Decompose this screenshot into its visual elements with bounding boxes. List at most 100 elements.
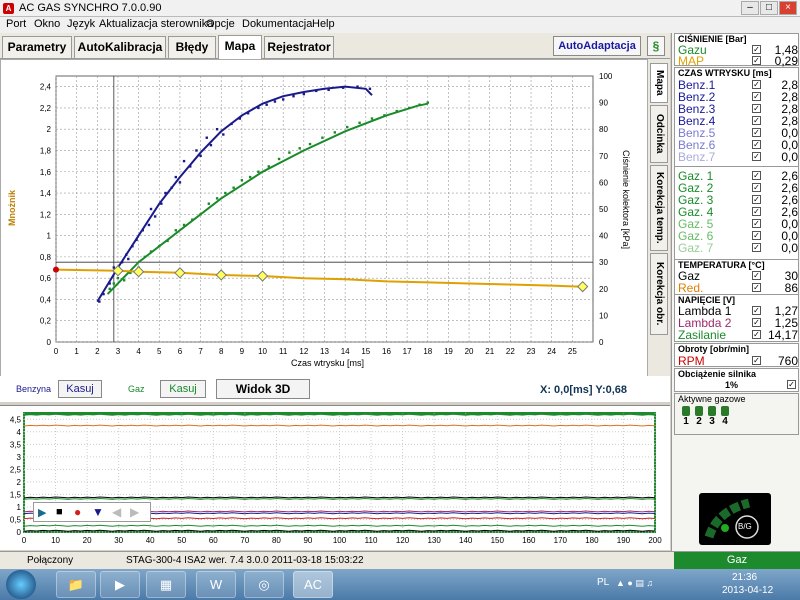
acgas-taskbar-icon[interactable]: AC <box>293 571 333 598</box>
gaz-point <box>248 175 252 179</box>
gaz-checkbox[interactable]: ✓ <box>752 195 761 204</box>
rpm-checkbox[interactable]: ✓ <box>752 356 761 365</box>
benz-checkbox[interactable]: ✓ <box>752 152 761 161</box>
gaz-checkbox[interactable]: ✓ <box>752 171 761 180</box>
menu-opcje[interactable]: Opcje <box>206 18 235 30</box>
word-taskbar-icon[interactable]: W <box>196 571 236 598</box>
widok-3d-button[interactable]: Widok 3D <box>216 379 310 399</box>
firefox-taskbar-icon[interactable]: ◎ <box>244 571 284 598</box>
trace-green-2 <box>23 524 656 527</box>
scope-y-tick-label: 0 <box>17 528 22 537</box>
menu-help[interactable]: Help <box>312 18 335 30</box>
scope-x-tick-label: 0 <box>22 536 27 545</box>
voltage-checkbox[interactable]: ✓ <box>752 330 761 339</box>
gaz-label: Gaz <box>128 384 145 394</box>
gaz-checkbox[interactable]: ✓ <box>752 183 761 192</box>
load-checkbox[interactable]: ✓ <box>787 380 796 389</box>
maximize-icon[interactable]: □ <box>760 1 778 15</box>
y-tick-label: 1,4 <box>40 189 52 198</box>
voltage-checkbox[interactable]: ✓ <box>752 306 761 315</box>
benz-row: Benz.7 ✓ 0,0 <box>678 150 798 164</box>
kasuj-gaz-button[interactable]: Kasuj <box>160 380 206 398</box>
x-tick-label: 6 <box>178 347 183 356</box>
sheet-taskbar-icon[interactable]: ▦ <box>146 571 186 598</box>
fuel-status: Gaz <box>674 552 800 569</box>
menu-aktualizacja[interactable]: Aktualizacja sterownika <box>99 18 213 30</box>
explorer-taskbar-icon[interactable]: 📁 <box>56 571 96 598</box>
benz-checkbox[interactable]: ✓ <box>752 116 761 125</box>
tab-mapa-side[interactable]: Mapa <box>650 63 668 103</box>
injector-number: 2 <box>696 416 702 427</box>
down-icon[interactable]: ▼ <box>92 505 104 519</box>
kasuj-benzyna-button[interactable]: Kasuj <box>58 380 102 398</box>
tray-icons[interactable]: ▲ ● ▤ ♫ <box>616 578 653 589</box>
benz-checkbox[interactable]: ✓ <box>752 92 761 101</box>
x-tick-label: 4 <box>136 347 141 356</box>
menu-jezyk[interactable]: Język <box>67 18 95 30</box>
x-tick-label: 23 <box>527 347 536 356</box>
tab-korekcja-temp[interactable]: Korekcja temp. <box>650 165 668 251</box>
next-icon[interactable]: ▶ <box>130 505 139 519</box>
autoadaptacja-button[interactable]: AutoAdaptacja <box>553 36 641 56</box>
play-icon[interactable]: ▶ <box>38 506 46 519</box>
menu-port[interactable]: Port <box>6 18 26 30</box>
window-title: AC GAS SYNCHRO 7.0.0.90 <box>19 2 162 14</box>
benzyna-point <box>149 207 153 211</box>
benz-checkbox[interactable]: ✓ <box>752 80 761 89</box>
voltage-checkbox[interactable]: ✓ <box>752 318 761 327</box>
tab-mapa[interactable]: Mapa <box>218 35 262 59</box>
benzyna-point <box>209 143 213 147</box>
gaz-checkbox[interactable]: ✓ <box>752 231 761 240</box>
injector-icon <box>721 406 729 416</box>
menu-okno[interactable]: Okno <box>34 18 60 30</box>
map-chart[interactable]: 0 1 2 3 4 5 6 7 8 9 10 11 12 13 14 15 16 17 18 19 20 21 22 23 24… <box>1 60 647 378</box>
x-tick-label: 7 <box>198 347 203 356</box>
tab-autokalibracja[interactable]: AutoKalibracja <box>74 36 166 58</box>
start-button-icon[interactable] <box>6 570 36 599</box>
tab-bledy[interactable]: Błędy <box>168 36 216 58</box>
x-tick-label: 9 <box>240 347 245 356</box>
record-icon[interactable]: ● <box>74 505 81 519</box>
tab-parametry[interactable]: Parametry <box>2 36 72 58</box>
temperature-checkbox[interactable]: ✓ <box>752 283 761 292</box>
tab-odcinka[interactable]: Odcinka <box>650 105 668 163</box>
benz-checkbox[interactable]: ✓ <box>752 104 761 113</box>
benzyna-point <box>153 215 157 218</box>
gaz-point <box>333 131 337 134</box>
prev-icon[interactable]: ◀ <box>112 505 121 519</box>
media-taskbar-icon[interactable]: ▶ <box>100 571 140 598</box>
trace-green-1 <box>23 497 656 500</box>
pressure-checkbox[interactable]: ✓ <box>752 56 761 65</box>
close-icon[interactable]: × <box>779 1 797 15</box>
benzyna-point <box>147 223 151 227</box>
gaz-point <box>370 117 374 120</box>
gaz-point <box>277 157 281 161</box>
temperature-checkbox[interactable]: ✓ <box>752 271 761 280</box>
pressure-checkbox[interactable]: ✓ <box>752 45 761 54</box>
fuel-switch[interactable]: B/G <box>699 493 771 545</box>
connection-status: Połączony <box>27 555 74 566</box>
x-tick-label: 1 <box>74 347 79 356</box>
stop-icon[interactable]: ■ <box>56 506 63 518</box>
scope-y-tick-label: 3 <box>17 453 22 462</box>
gaz-checkbox[interactable]: ✓ <box>752 243 761 252</box>
menu-dokumentacja[interactable]: Dokumentacja <box>242 18 312 30</box>
y2-tick-label: 70 <box>599 152 608 161</box>
language-indicator[interactable]: PL <box>597 577 609 588</box>
benz-checkbox[interactable]: ✓ <box>752 140 761 149</box>
gaz-checkbox[interactable]: ✓ <box>752 207 761 216</box>
gaz-label: Gaz. 7 <box>678 241 714 255</box>
tab-korekcja-obr[interactable]: Korekcja obr. <box>650 253 668 335</box>
side-panel-toggle-icon[interactable]: § <box>647 36 665 56</box>
minimize-icon[interactable]: – <box>741 1 759 15</box>
benzyna-point <box>215 128 219 131</box>
benz-checkbox[interactable]: ✓ <box>752 128 761 137</box>
y-tick-label: 2,2 <box>40 104 52 113</box>
clock-time: 21:36 <box>732 572 758 583</box>
injector-number: 1 <box>683 416 689 427</box>
benzyna-point <box>273 100 277 103</box>
ac-logo-icon: A <box>3 3 14 14</box>
gaz-checkbox[interactable]: ✓ <box>752 219 761 228</box>
tab-rejestrator[interactable]: Rejestrator <box>264 36 334 58</box>
y-tick-label: 0,4 <box>40 295 52 304</box>
